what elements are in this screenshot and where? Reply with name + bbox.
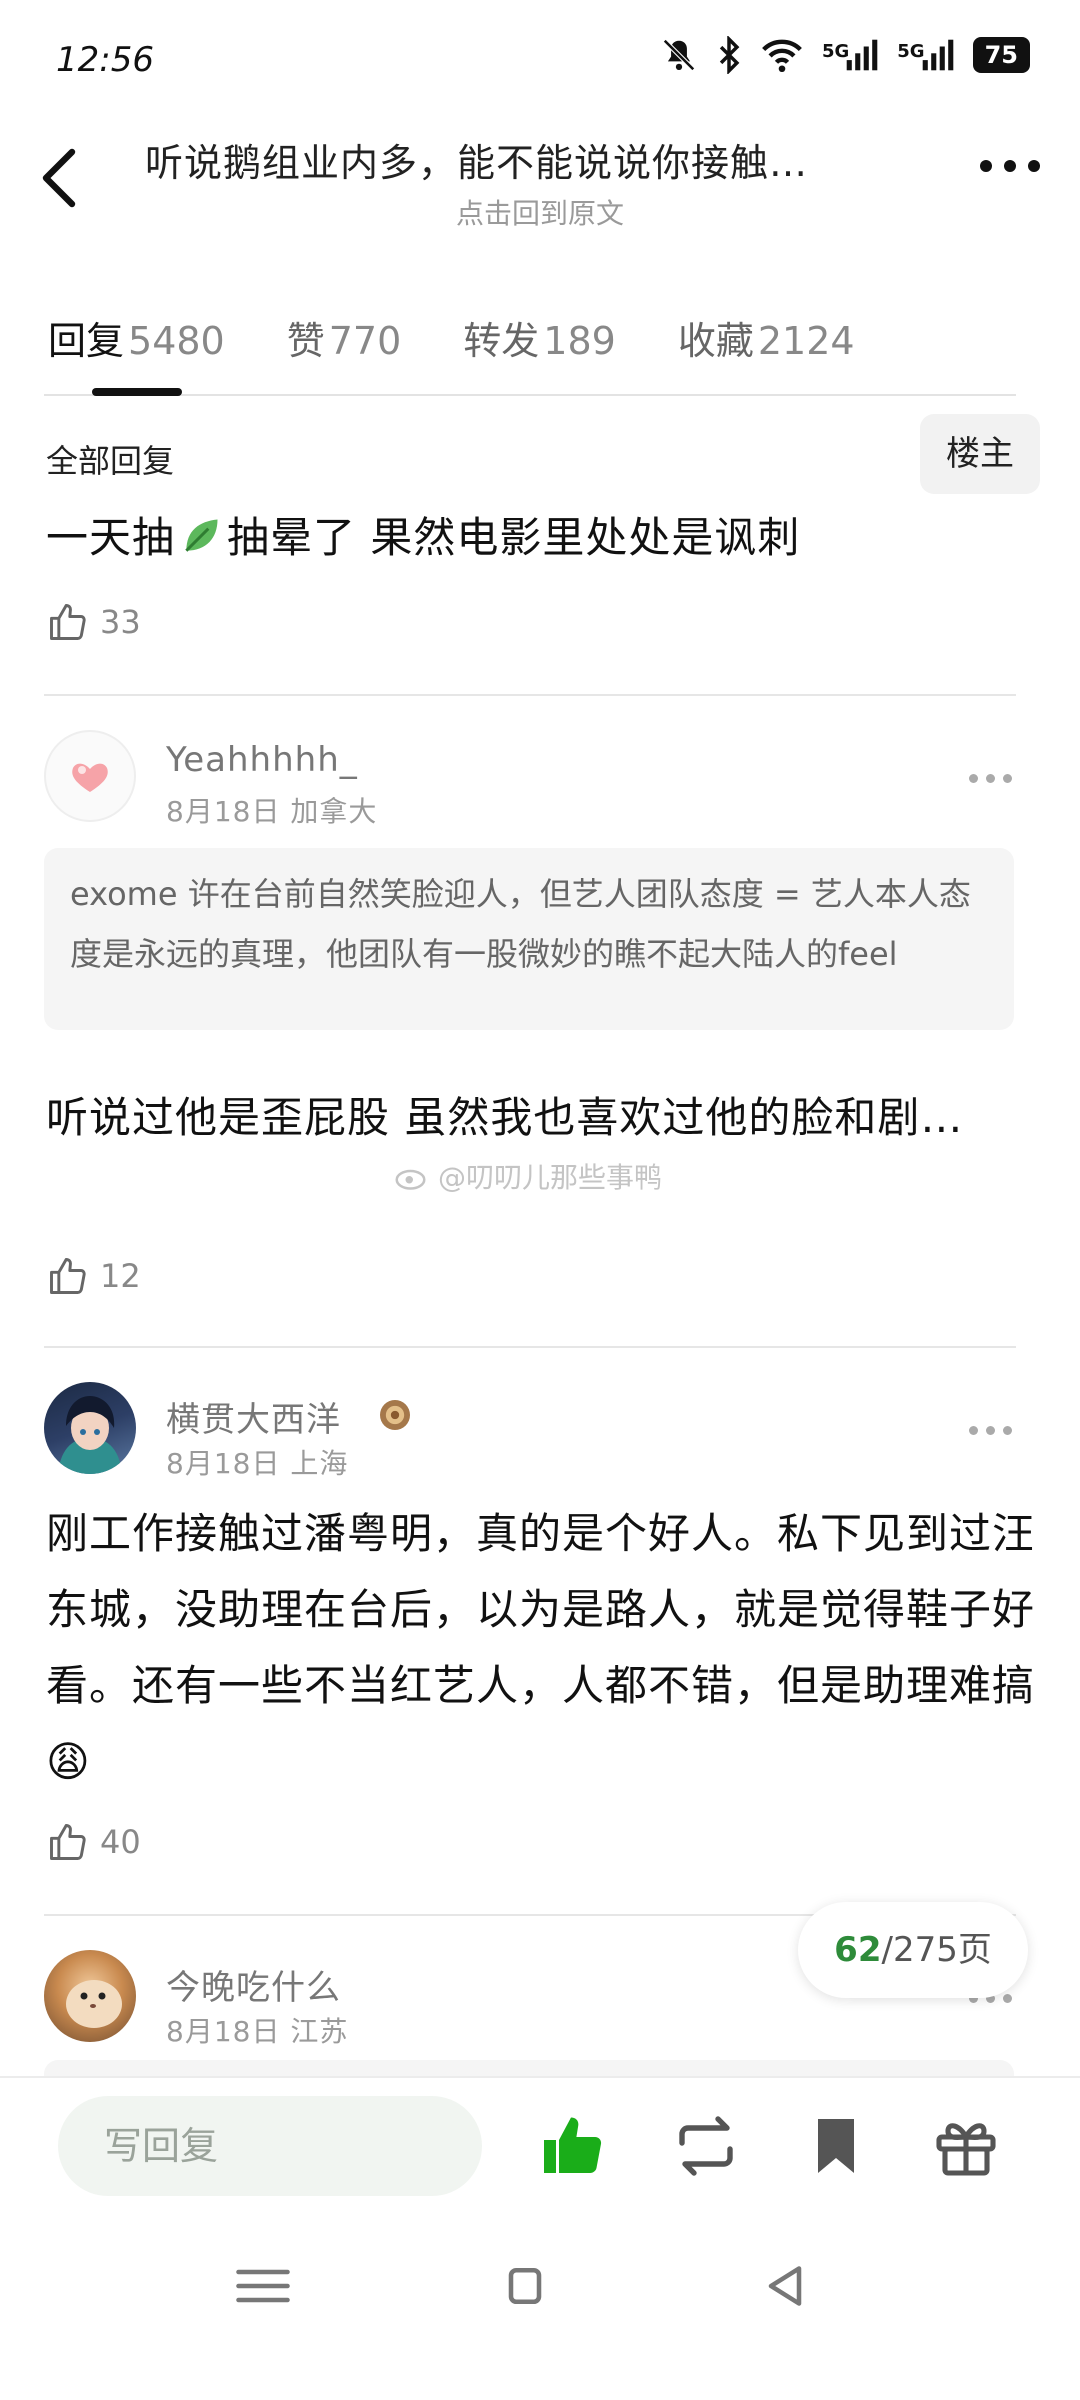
comment-like-count: 40 [100,1823,141,1861]
comment-username[interactable]: Yeahhhhh_ [166,740,358,780]
badge-icon [379,1400,410,1430]
signal-1-icon: 5G [822,38,879,72]
signal-2-icon: 5G [897,38,954,72]
comment-date: 8月18日 [166,2015,281,2048]
comment-username-text: 横贯大西洋 [166,1400,341,1440]
post-title[interactable]: 听说鹅组业内多，能不能说说你接触… [145,132,905,187]
comment-date: 8月18日 [166,795,281,828]
avatar[interactable] [44,1950,136,2042]
tab-favorites[interactable]: 收藏 2124 [678,310,855,365]
hamster-avatar-icon [66,1980,122,2028]
tab-likes[interactable]: 赞 770 [287,310,402,365]
watermark: @叨叨儿那些事鸭 [394,1156,662,1196]
thumbs-up-icon [50,1824,86,1860]
total-pages: /275页 [881,1930,992,1970]
weibo-logo-icon [395,1169,426,1190]
tab-likes-label: 赞 [286,319,325,363]
divider [44,1346,1016,1348]
nav-menu-icon[interactable] [228,2256,298,2316]
tab-replies[interactable]: 回复 5480 [48,310,225,365]
op-post-text-end: 抽晕了 果然电影里处处是讽刺 [227,513,801,562]
all-replies-title: 全部回复 [46,442,175,480]
thumbs-up-icon [50,1258,86,1294]
bookmark-icon[interactable] [800,2110,872,2182]
comment-like-button[interactable]: 40 [46,1820,141,1864]
divider [44,694,1016,696]
comment-location: 加拿大 [290,795,378,828]
avatar[interactable] [44,730,136,822]
avatar[interactable] [44,1382,136,1474]
bluetooth-icon [719,36,740,74]
op-like-button[interactable]: 33 [46,600,141,644]
repost-icon[interactable] [670,2110,742,2182]
quoted-reply-partial [44,2060,1014,2076]
signal-2-label: 5G [897,41,925,62]
comment-like-count: 12 [100,1257,141,1295]
leaf-emoji-icon [185,519,218,552]
op-like-count: 33 [100,603,141,641]
signal-1-label: 5G [821,41,850,62]
op-post-text-start: 一天抽 [46,513,176,562]
tab-reposts-label: 转发 [463,319,540,363]
comment-text: 刚工作接触过潘粤明，真的是个好人。私下见到过汪东城，没助理在台后，以为是路人，就… [46,1509,1036,1786]
op-post-text: 一天抽 抽晕了 果然电影里处处是讽刺 [46,500,1026,576]
tab-replies-count: 5480 [128,319,225,363]
comment-more-icon[interactable] [969,774,1012,783]
tab-favorites-label: 收藏 [677,319,754,363]
op-only-button[interactable]: 楼主 [920,414,1040,494]
nav-back-icon[interactable] [750,2256,820,2316]
comment-more-icon[interactable] [969,1426,1012,1435]
comment-username[interactable]: 今晚吃什么 [166,1960,341,2009]
page-indicator[interactable]: 62/275页 [798,1902,1028,1998]
thumbs-up-icon [50,604,86,640]
like-button-icon[interactable] [538,2110,610,2182]
quoted-reply[interactable]: exome 许在台前自然笑脸迎人，但艺人团队态度 = 艺人本人态度是永远的真理，… [44,848,1014,1030]
comment-meta: 8月18日 加拿大 [166,790,377,830]
tab-favorites-count: 2124 [757,319,855,363]
comment-location: 江苏 [290,2015,349,2048]
nav-home-icon[interactable] [490,2256,560,2316]
watermark-text: @叨叨儿那些事鸭 [438,1161,663,1194]
active-tab-indicator [92,388,182,396]
tab-likes-count: 770 [328,319,402,363]
anime-avatar-icon [58,1396,122,1474]
comment-meta: 8月18日 上海 [166,1442,348,1482]
comment-text: 听说过他是歪屁股 虽然我也喜欢过他的脸和剧… [46,1093,964,1142]
tab-replies-label: 回复 [48,319,125,363]
mute-bell-icon [663,39,695,71]
tab-bar: 回复 5480 赞 770 转发 189 收藏 2124 [48,310,1040,365]
current-page: 62 [834,1930,882,1970]
comment-date: 8月18日 [166,1447,281,1480]
gift-icon[interactable] [930,2110,1002,2182]
battery-indicator: 75 [972,37,1030,73]
status-icons: 5G 5G 75 [660,36,1030,74]
wifi-icon [762,39,802,73]
bottom-bar-divider [0,2076,1080,2078]
comment-location: 上海 [290,1447,349,1480]
heart-avatar-icon [72,763,108,792]
comment-meta: 8月18日 江苏 [166,2010,348,2050]
tab-reposts[interactable]: 转发 189 [463,310,616,365]
back-to-original-link[interactable]: 点击回到原文 [0,192,1080,232]
tabs-divider [44,394,1016,396]
comment-like-button[interactable]: 12 [46,1254,141,1298]
tab-reposts-count: 189 [543,319,616,363]
reply-input[interactable]: 写回复 [58,2096,482,2196]
status-time: 12:56 [56,40,154,80]
comment-username[interactable]: 横贯大西洋 [166,1392,415,1441]
more-options-icon[interactable] [980,160,1040,172]
